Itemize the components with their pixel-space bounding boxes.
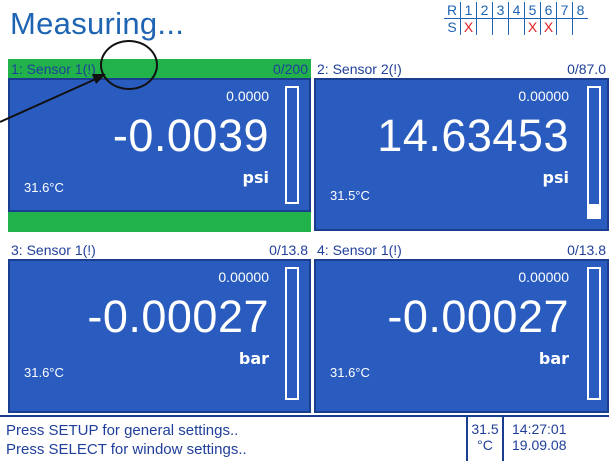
measuring-screen: Measuring... R 1 2 3 4 5 6 7 8 S X X X 1… bbox=[0, 0, 609, 461]
annotation-arrow-icon bbox=[0, 74, 106, 123]
